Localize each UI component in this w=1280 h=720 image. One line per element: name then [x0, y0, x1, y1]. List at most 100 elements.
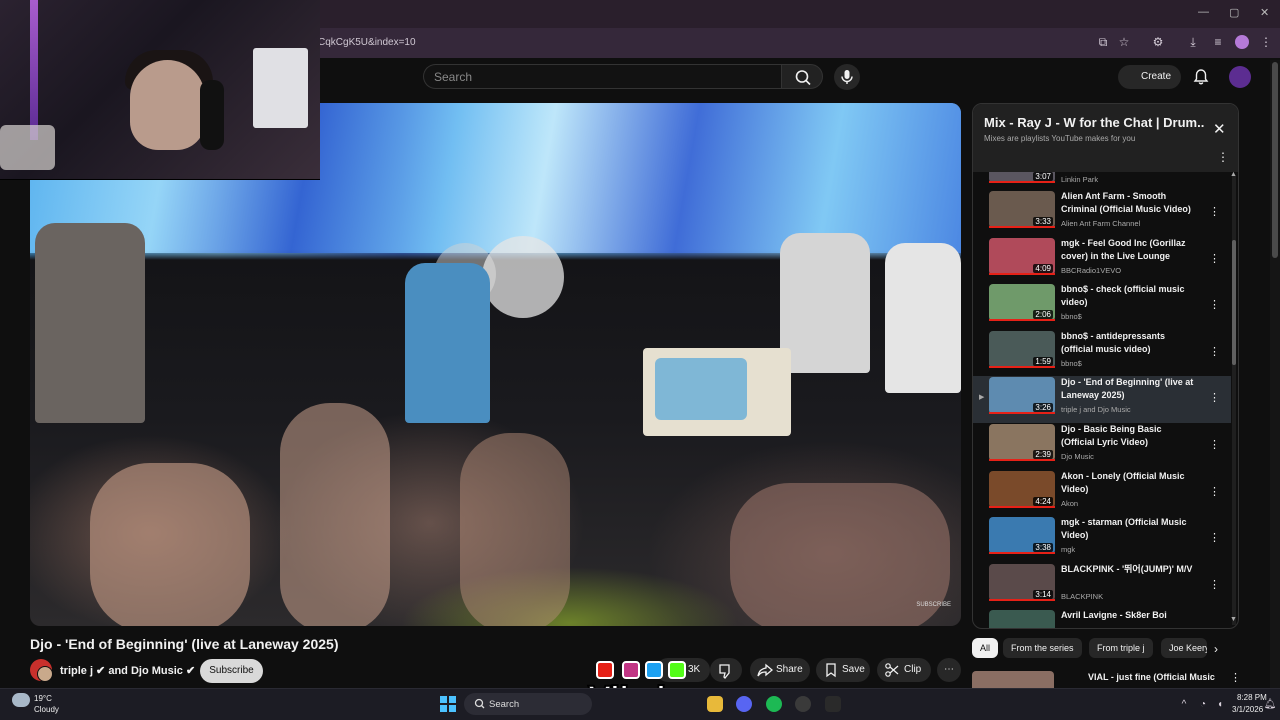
playlist-title[interactable]: Mix - Ray J - W for the Chat | Drum... [984, 115, 1204, 130]
video-thumbnail: 4:09 [989, 237, 1055, 275]
url-text[interactable]: CqkCgK5U&index=10 [318, 37, 416, 48]
share-button[interactable]: Share [750, 658, 810, 682]
more-vertical-icon[interactable]: ⋮ [1209, 298, 1220, 311]
search-input[interactable] [423, 64, 782, 89]
list-item[interactable]: Avril Lavigne - Sk8er Boi [973, 609, 1231, 628]
watch-progress [989, 226, 1055, 228]
streamer-face-visual [130, 60, 205, 150]
channel-logo-secondary[interactable] [37, 666, 53, 682]
bookmark-star-icon[interactable]: ☆ [1116, 34, 1132, 50]
video-thumbnail: 4:24 [989, 470, 1055, 508]
list-item[interactable]: 1:59 bbno$ - antidepressants (official mu… [973, 330, 1231, 377]
drum-visual [482, 236, 564, 318]
save-button[interactable]: Save [816, 658, 870, 682]
list-item[interactable]: 3:38 mgk - starman (Official Music Video)… [973, 516, 1231, 563]
windows-start-icon[interactable] [440, 696, 456, 712]
minimize-icon[interactable]: — [1198, 6, 1209, 18]
clip-label: Clip [904, 664, 922, 675]
steam-icon[interactable] [795, 696, 811, 712]
weather-condition[interactable]: Cloudy [34, 705, 59, 714]
list-item[interactable]: 2:06 bbno$ - check (official music video)… [973, 283, 1231, 330]
spotify-icon[interactable] [766, 696, 782, 712]
more-vertical-icon[interactable]: ⋮ [1209, 391, 1220, 404]
chip-from-series[interactable]: From the series [1003, 638, 1082, 658]
media-icon[interactable]: ≡ [1210, 34, 1226, 50]
clip-button[interactable]: Clip [877, 658, 931, 682]
more-vertical-icon[interactable]: ⋮ [1217, 150, 1229, 164]
scroll-down-icon[interactable]: ▼ [1230, 616, 1237, 623]
discord-icon[interactable] [736, 696, 752, 712]
close-icon[interactable]: ✕ [1213, 120, 1226, 138]
watch-progress [989, 181, 1055, 183]
search-button[interactable] [781, 64, 823, 89]
chevron-up-icon[interactable]: ^ [1176, 697, 1192, 713]
video-thumbnail: 2:39 [989, 424, 1055, 461]
playlist-scrollbar-thumb[interactable] [1232, 240, 1236, 365]
clock-date[interactable]: 3/1/2026 [1232, 705, 1263, 714]
twitter-logo-icon [645, 661, 663, 679]
more-vertical-icon[interactable]: ⋮ [1209, 531, 1220, 544]
video-player[interactable]: SUBSCRIBE [30, 103, 961, 626]
maximize-icon[interactable]: ▢ [1229, 6, 1239, 19]
list-item[interactable]: 3:14 BLACKPINK - '뛰어(JUMP)' M/V BLACKPINK ⋮ [973, 563, 1231, 610]
video-thumbnail: 3:33 [989, 191, 1055, 228]
cloud-icon[interactable] [12, 693, 30, 707]
watch-progress [989, 598, 1055, 601]
download-icon[interactable]: ⤓ [1185, 34, 1201, 50]
subscribe-button[interactable]: Subscribe [200, 659, 263, 683]
more-vertical-icon[interactable]: ⋮ [1209, 438, 1220, 451]
background-object-visual [253, 48, 308, 128]
video-thumbnail: 3:14 [989, 563, 1055, 601]
more-vertical-icon[interactable]: ⋮ [1209, 485, 1220, 498]
kick-logo-icon [668, 661, 686, 679]
list-item[interactable]: 4:09 mgk - Feel Good Inc (Gorillaz cover)… [973, 237, 1231, 284]
more-vertical-icon[interactable]: ⋮ [1230, 671, 1241, 684]
chip-joe-keery[interactable]: Joe Keery [1161, 638, 1207, 658]
crowd-visual [280, 403, 390, 626]
scroll-up-icon[interactable]: ▲ [1230, 171, 1237, 178]
cast-icon[interactable]: ⧉ [1095, 34, 1111, 50]
youtube-logo-icon [596, 661, 614, 679]
close-window-icon[interactable]: ✕ [1260, 6, 1269, 19]
more-vertical-icon[interactable]: ⋮ [1209, 578, 1220, 591]
list-item[interactable]: 3:33 Alien Ant Farm - Smooth Criminal (Of… [973, 190, 1231, 237]
list-item[interactable]: 4:24 Akon - Lonely (Official Music Video)… [973, 470, 1231, 517]
thumbs-down-icon [719, 664, 730, 679]
search-placeholder: Search [434, 70, 473, 84]
volume-icon[interactable]: ◖ [1212, 697, 1228, 713]
dislike-button[interactable] [710, 658, 742, 682]
list-item[interactable]: 2:39 Djo - Basic Being Basic (Official Ly… [973, 423, 1231, 470]
list-item[interactable]: 3:07 Linkin Park [973, 172, 1231, 188]
video-title: mgk - starman (Official Music Video) [1061, 517, 1187, 541]
more-actions-button[interactable]: ⋯ [937, 658, 961, 682]
epic-games-icon[interactable] [825, 696, 841, 712]
more-vertical-icon[interactable]: ⋮ [1209, 252, 1220, 265]
list-item[interactable]: ▶ 3:26 Djo - 'End of Beginning' (live at L… [973, 376, 1231, 424]
profile-avatar-icon[interactable] [1235, 35, 1249, 49]
channel-names[interactable]: triple j ✔ and Djo Music ✔ [60, 664, 195, 677]
video-duration: 3:33 [1033, 217, 1053, 226]
extensions-icon[interactable]: ⚙ [1150, 34, 1166, 50]
bookmark-icon [826, 663, 836, 678]
watch-progress [989, 272, 1055, 275]
browser-menu-icon[interactable]: ⋮ [1258, 34, 1274, 50]
video-title: bbno$ - check (official music video) [1061, 284, 1185, 308]
network-icon[interactable]: ◔ [1195, 697, 1211, 713]
chip-all[interactable]: All [972, 638, 999, 658]
file-explorer-icon[interactable] [707, 696, 723, 712]
video-thumbnail: 3:26 [989, 377, 1055, 415]
chip-from-triple-j[interactable]: From triple j [1089, 638, 1153, 658]
page-scrollbar-thumb[interactable] [1272, 62, 1278, 258]
weather-temperature[interactable]: 19°C [34, 694, 52, 703]
notification-bell-icon[interactable]: 🔔︎ [1262, 697, 1278, 713]
channel-avatar[interactable] [1229, 66, 1251, 88]
save-label: Save [842, 664, 865, 675]
more-vertical-icon[interactable]: ⋮ [1209, 345, 1220, 358]
create-button[interactable]: Create [1118, 65, 1181, 89]
notifications-bell-icon[interactable] [1192, 68, 1210, 86]
more-vertical-icon[interactable]: ⋮ [1209, 205, 1220, 218]
voice-search-button[interactable] [834, 64, 860, 90]
video-title: Alien Ant Farm - Smooth Criminal (Offici… [1061, 191, 1191, 214]
chevron-right-icon[interactable]: › [1214, 642, 1218, 656]
taskbar-search[interactable] [464, 693, 592, 715]
